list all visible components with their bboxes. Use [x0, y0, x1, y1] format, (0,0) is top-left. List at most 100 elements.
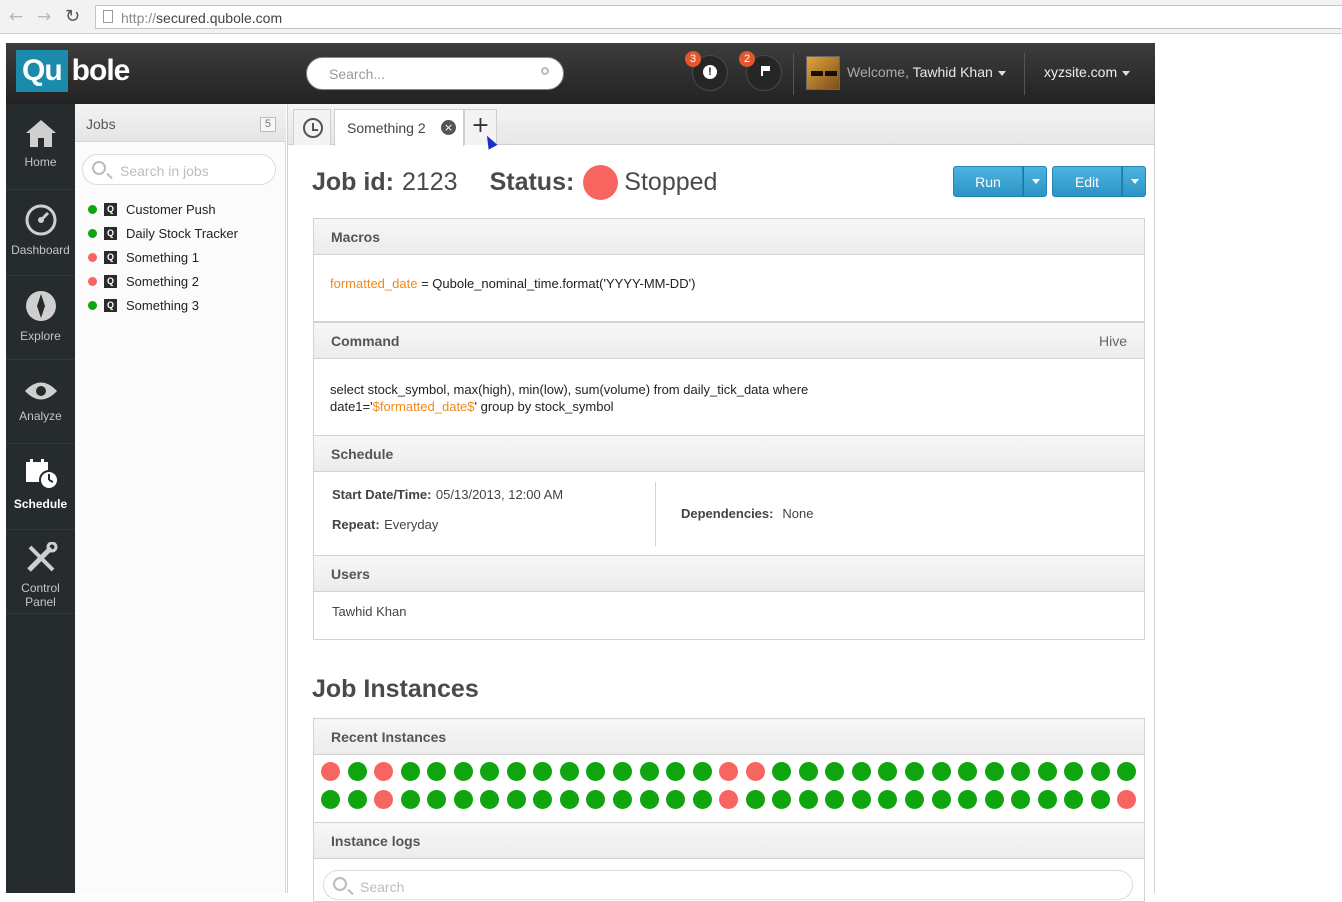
instance-dot[interactable] [559, 790, 579, 809]
nav-item-schedule[interactable]: Schedule [6, 444, 75, 530]
instance-dot[interactable] [400, 790, 420, 809]
instance-dot[interactable] [1064, 790, 1084, 809]
status-value: Stopped [624, 167, 718, 196]
instance-dot[interactable] [851, 790, 871, 809]
qubole-logo[interactable]: Qu bole [16, 50, 130, 92]
instance-dot[interactable] [905, 762, 925, 781]
list-item[interactable]: Q Daily Stock Tracker [88, 221, 238, 245]
instance-dot[interactable] [639, 762, 659, 781]
instance-dot[interactable] [1090, 762, 1110, 781]
instance-dot[interactable] [719, 762, 739, 781]
instance-dot[interactable] [427, 762, 447, 781]
instance-dot[interactable] [745, 790, 765, 809]
instance-dot[interactable] [1037, 762, 1057, 781]
job-instances-heading: Job Instances [312, 675, 479, 703]
run-dropdown-button[interactable] [1023, 166, 1047, 197]
nav-item-home[interactable]: Home [6, 104, 75, 190]
instance-dot[interactable] [931, 790, 951, 809]
reload-button[interactable]: ↻ [65, 7, 80, 27]
forward-button[interactable]: → [37, 7, 51, 27]
instance-dot[interactable] [1117, 790, 1137, 809]
instance-dot[interactable] [878, 762, 898, 781]
history-tab[interactable] [293, 109, 331, 145]
instance-dot[interactable] [825, 790, 845, 809]
instance-dot[interactable] [692, 762, 712, 781]
run-button[interactable]: Run [953, 166, 1023, 197]
instance-dot[interactable] [1117, 762, 1137, 781]
instance-dot[interactable] [374, 790, 394, 809]
avatar[interactable] [806, 56, 840, 90]
list-item[interactable]: Q Customer Push [88, 197, 238, 221]
instance-dot[interactable] [480, 790, 500, 809]
instance-dot[interactable] [506, 790, 526, 809]
macro-definition: formatted_date = Qubole_nominal_time.for… [330, 275, 695, 292]
flags-button[interactable]: 2 [739, 51, 782, 91]
instance-dot[interactable] [798, 762, 818, 781]
instance-dot[interactable] [905, 790, 925, 809]
instance-dot[interactable] [984, 790, 1004, 809]
site-menu[interactable]: xyzsite.com [1044, 64, 1131, 80]
instance-dot[interactable] [878, 790, 898, 809]
instance-dot[interactable] [347, 762, 367, 781]
list-item[interactable]: Q Something 1 [88, 245, 238, 269]
instance-dot[interactable] [1090, 790, 1110, 809]
instance-dot[interactable] [533, 790, 553, 809]
instance-dot[interactable] [825, 762, 845, 781]
instance-dot[interactable] [772, 790, 792, 809]
list-item[interactable]: Q Something 3 [88, 293, 238, 317]
instance-dot[interactable] [798, 790, 818, 809]
repeat-field: Repeat: Everyday [332, 516, 438, 534]
address-bar[interactable]: http://secured.qubole.com [95, 5, 1342, 29]
instance-dot[interactable] [506, 762, 526, 781]
instance-dot[interactable] [586, 790, 606, 809]
close-icon[interactable]: × [441, 120, 456, 135]
command-query: select stock_symbol, max(high), min(low)… [330, 381, 808, 415]
nav-item-control-panel[interactable]: Control Panel [6, 530, 75, 614]
nav-item-explore[interactable]: Explore [6, 276, 75, 360]
instance-dot[interactable] [613, 762, 633, 781]
instance-dot[interactable] [1011, 790, 1031, 809]
job-name: Something 3 [126, 297, 199, 313]
instance-dot[interactable] [374, 762, 394, 781]
nav-item-dashboard[interactable]: Dashboard [6, 190, 75, 276]
instance-dot[interactable] [559, 762, 579, 781]
instance-dot[interactable] [533, 762, 553, 781]
alerts-button[interactable]: 3 ! [685, 51, 728, 91]
instance-dot[interactable] [639, 790, 659, 809]
instance-dot[interactable] [613, 790, 633, 809]
history-icon [303, 118, 323, 138]
instance-dot[interactable] [1037, 790, 1057, 809]
instance-dot[interactable] [400, 762, 420, 781]
search-icon[interactable] [541, 67, 549, 75]
instance-dot[interactable] [851, 762, 871, 781]
edit-dropdown-button[interactable] [1122, 166, 1146, 197]
instance-dot[interactable] [772, 762, 792, 781]
instance-dot[interactable] [984, 762, 1004, 781]
jobs-search-input[interactable] [120, 163, 265, 179]
instance-dot[interactable] [480, 762, 500, 781]
instance-dot[interactable] [1011, 762, 1031, 781]
nav-item-analyze[interactable]: Analyze [6, 360, 75, 444]
instance-dot[interactable] [958, 790, 978, 809]
instance-dot[interactable] [931, 762, 951, 781]
instance-dot[interactable] [692, 790, 712, 809]
instance-dot[interactable] [453, 790, 473, 809]
instance-dot[interactable] [958, 762, 978, 781]
global-search-input[interactable] [329, 66, 529, 82]
instance-dot[interactable] [745, 762, 765, 781]
instance-dot[interactable] [321, 790, 340, 809]
instance-dot[interactable] [321, 762, 340, 781]
edit-button[interactable]: Edit [1052, 166, 1122, 197]
back-button[interactable]: ← [9, 7, 23, 27]
instance-dot[interactable] [427, 790, 447, 809]
instance-dot[interactable] [666, 762, 686, 781]
tab-something-2[interactable]: Something 2 × [334, 109, 464, 146]
instance-dot[interactable] [666, 790, 686, 809]
instance-dot[interactable] [719, 790, 739, 809]
list-item[interactable]: Q Something 2 [88, 269, 238, 293]
instance-dot[interactable] [1064, 762, 1084, 781]
user-menu[interactable]: Welcome, Tawhid Khan [847, 64, 1006, 80]
instance-dot[interactable] [586, 762, 606, 781]
instance-dot[interactable] [453, 762, 473, 781]
instance-dot[interactable] [347, 790, 367, 809]
